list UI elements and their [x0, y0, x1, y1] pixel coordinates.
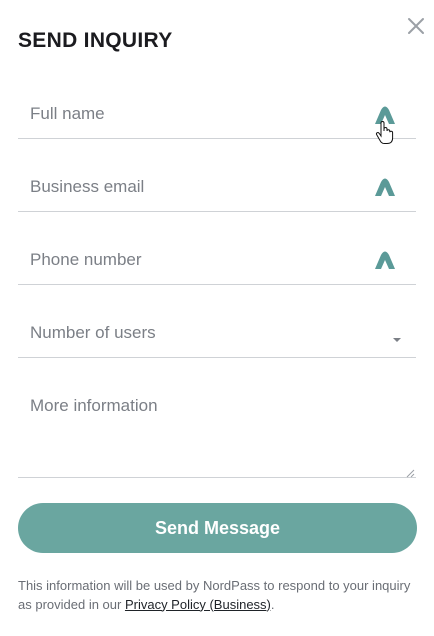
dialog-title: SEND INQUIRY	[18, 29, 173, 52]
nordpass-autofill-icon[interactable]	[374, 106, 396, 126]
phone-number-placeholder: Phone number	[30, 250, 142, 269]
privacy-policy-link[interactable]: Privacy Policy (Business)	[125, 597, 271, 612]
business-email-field[interactable]: Business email	[18, 139, 416, 212]
nordpass-autofill-icon[interactable]	[374, 178, 396, 198]
business-email-placeholder: Business email	[30, 177, 145, 196]
full-name-placeholder: Full name	[30, 104, 105, 123]
number-of-users-select[interactable]: Number of users	[18, 285, 416, 358]
resize-handle-icon[interactable]	[405, 465, 415, 478]
disclaimer-suffix: .	[270, 596, 275, 612]
more-information-placeholder: More information	[30, 396, 158, 415]
send-inquiry-dialog: SEND INQUIRY Full name Business email Ph…	[0, 0, 434, 636]
more-information-textarea[interactable]: More information	[18, 358, 416, 478]
phone-number-field[interactable]: Phone number	[18, 212, 416, 285]
send-message-button[interactable]: Send Message	[18, 503, 417, 553]
privacy-disclaimer: This information will be used by NordPas…	[18, 577, 418, 614]
nordpass-autofill-icon[interactable]	[374, 251, 396, 271]
close-icon[interactable]	[404, 14, 428, 38]
full-name-field[interactable]: Full name	[18, 66, 416, 139]
number-of-users-placeholder: Number of users	[30, 323, 156, 342]
caret-down-icon	[392, 330, 402, 342]
